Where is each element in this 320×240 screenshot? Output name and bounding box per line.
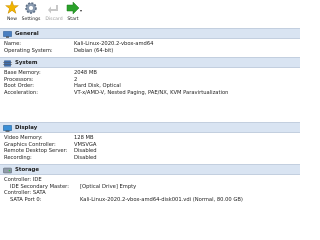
acceleration-value: VT-x/AMD-V, Nested Paging, PAE/NX, KVM P… [74,89,229,96]
storage-section: Storage Controller: IDE IDE Secondary Ma… [0,164,300,203]
general-header[interactable]: General [0,28,300,39]
main-toolbar: New Settings Discard Start ▾ [0,0,300,25]
graphics-controller-value: VMSVGA [74,141,97,148]
disk-icon [3,167,12,174]
acceleration-row: Acceleration: VT-x/AMD-V, Nested Paging,… [0,90,300,97]
recording-key: Recording: [4,154,32,161]
ide-secondary-key: IDE Secondary Master: [10,183,69,190]
start-button[interactable]: Start [62,1,84,25]
settings-label: Settings [21,17,41,22]
recording-row: Recording: Disabled [0,155,300,162]
recording-value: Disabled [74,154,97,161]
boot-order-key: Boot Order: [4,83,34,89]
general-section: General Name: Kali-Linux-2020.2-vbox-amd… [0,28,300,54]
display-section: Display Video Memory: 128 MB Graphics Co… [0,122,300,161]
sata-port-key: SATA Port 0: [10,196,42,203]
boot-order-value: Hard Disk, Optical [74,83,121,89]
graphics-controller-key: Graphics Controller: [4,141,56,148]
controller-sata-label: Controller: SATA [4,190,46,196]
video-memory-key: Video Memory: [4,135,43,141]
memory-key: Base Memory: [4,70,41,76]
discard-arrow-icon [48,5,58,14]
name-key: Name: [4,41,22,47]
os-key: Operating System: [4,47,53,54]
os-value: Debian (64-bit) [74,47,114,54]
system-title: System [15,60,38,66]
system-header[interactable]: System [0,57,300,68]
processors-key: Processors: [4,76,34,83]
display-header[interactable]: Display [0,122,300,133]
storage-header[interactable]: Storage [0,164,300,175]
gear-icon [25,2,37,14]
controller-ide-label: Controller: IDE [4,177,42,183]
processors-value: 2 [74,76,78,83]
starburst-icon [5,1,19,15]
memory-value: 2048 MB [74,70,97,76]
remote-desktop-value: Disabled [74,148,97,154]
sata-port-value: Kali-Linux-2020.2-vbox-amd64-disk001.vdi… [80,196,243,203]
monitor-icon [3,31,12,38]
name-value: Kali-Linux-2020.2-vbox-amd64 [74,41,154,47]
general-title: General [15,31,39,37]
sata-port-row: SATA Port 0: Kali-Linux-2020.2-vbox-amd6… [0,197,300,204]
remote-desktop-key: Remote Desktop Server: [4,148,68,154]
system-section: System Base Memory: 2048 MB Processors: … [0,57,300,96]
start-label: Start [67,17,79,22]
chip-icon [3,60,12,67]
storage-title: Storage [15,167,39,173]
acceleration-key: Acceleration: [4,89,38,96]
ide-secondary-value: [Optical Drive] Empty [80,183,137,190]
display-title: Display [15,125,38,131]
settings-button[interactable]: Settings [20,1,42,25]
video-memory-value: 128 MB [74,135,94,141]
start-dropdown-icon[interactable]: ▾ [80,8,82,13]
green-arrow-icon [66,1,80,15]
display-icon [3,125,12,132]
os-row: Operating System: Debian (64-bit) [0,48,300,55]
